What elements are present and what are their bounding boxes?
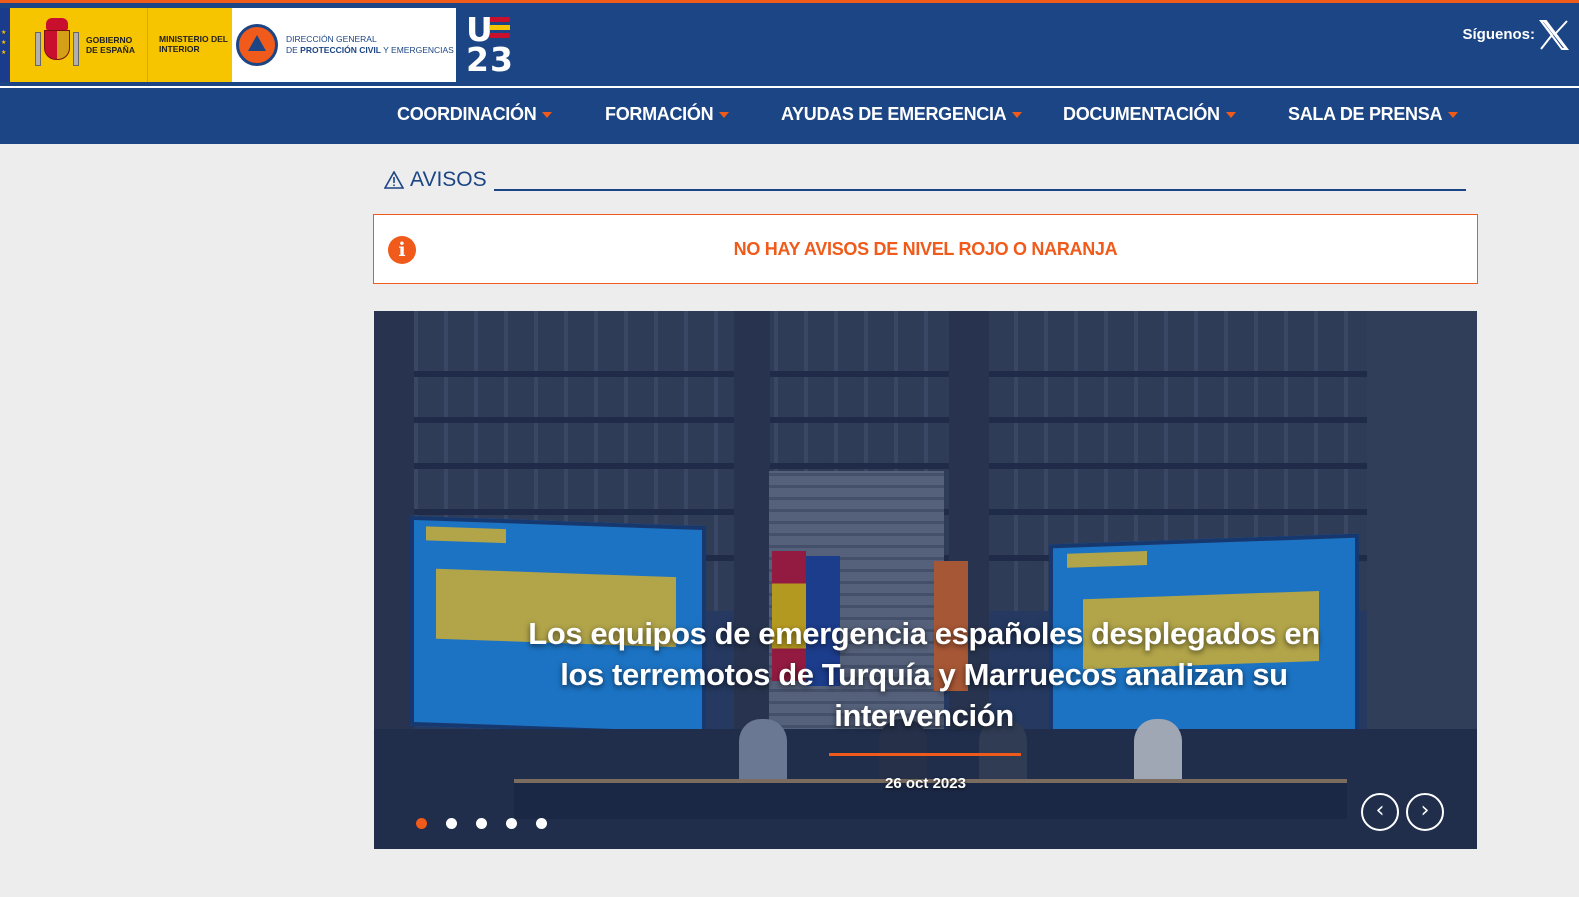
title-underline [829, 753, 1021, 756]
nav-item-sala-prensa[interactable]: SALA DE PRENSA [1288, 104, 1459, 125]
carousel-indicators [416, 818, 547, 829]
proteccion-civil-logo: DIRECCIÓN GENERAL DE PROTECCIÓN CIVIL Y … [232, 8, 456, 82]
dg-label: DIRECCIÓN GENERAL DE PROTECCIÓN CIVIL Y … [286, 34, 454, 55]
gobierno-logo: GOBIERNO DE ESPAÑA [22, 8, 148, 82]
carousel-dot-4[interactable] [506, 818, 517, 829]
caret-down-icon [719, 112, 730, 119]
proteccion-civil-emblem-icon [236, 24, 278, 66]
avisos-title: AVISOS [410, 168, 487, 191]
caret-down-icon [1448, 112, 1459, 119]
alert-box: i NO HAY AVISOS DE NIVEL ROJO O NARANJA [373, 214, 1478, 284]
nav-item-coordinacion[interactable]: COORDINACIÓN [397, 104, 553, 125]
carousel-dot-3[interactable] [476, 818, 487, 829]
chevron-left-icon[interactable]: ‹ [1361, 793, 1399, 831]
nav-item-formacion[interactable]: FORMACIÓN [605, 104, 730, 125]
divider [494, 189, 1466, 191]
nav-item-documentacion[interactable]: DOCUMENTACIÓN [1063, 104, 1236, 125]
site-header: ★ ★ ★ GOBIERNO DE ESPAÑA MINISTERIO DEL IN… [0, 0, 1579, 86]
warning-icon [384, 171, 404, 189]
news-carousel[interactable]: Los equipos de emergencia españoles desp… [374, 311, 1477, 849]
slide-title[interactable]: Los equipos de emergencia españoles desp… [524, 613, 1324, 736]
carousel-dot-1[interactable] [416, 818, 427, 829]
eu-flag-strip: ★ ★ ★ [0, 8, 22, 82]
slide-image[interactable] [374, 311, 1477, 849]
caret-down-icon [542, 112, 553, 119]
slide-date: 26 oct 2023 [885, 775, 966, 792]
eu-presidency-logo: U 23 [466, 10, 514, 79]
x-icon[interactable] [1539, 19, 1569, 51]
follow-label: Síguenos: [1462, 26, 1535, 43]
chevron-right-icon[interactable]: › [1406, 793, 1444, 831]
nav-item-ayudas-emergencia[interactable]: AYUDAS DE EMERGENCIA [781, 104, 1023, 125]
caret-down-icon [1012, 112, 1023, 119]
coat-of-arms-icon [34, 18, 80, 72]
gobierno-label: GOBIERNO DE ESPAÑA [86, 35, 135, 55]
ministerio-label: MINISTERIO DEL INTERIOR [148, 8, 232, 82]
caret-down-icon [1225, 112, 1236, 119]
alert-message: NO HAY AVISOS DE NIVEL ROJO O NARANJA [733, 239, 1118, 259]
avisos-section-header: AVISOS [384, 168, 1466, 192]
carousel-dot-5[interactable] [536, 818, 547, 829]
main-nav: COORDINACIÓN FORMACIÓN AYUDAS DE EMERGEN… [0, 86, 1579, 144]
government-logo[interactable]: ★ ★ ★ GOBIERNO DE ESPAÑA MINISTERIO DEL IN… [0, 8, 456, 82]
carousel-dot-2[interactable] [446, 818, 457, 829]
